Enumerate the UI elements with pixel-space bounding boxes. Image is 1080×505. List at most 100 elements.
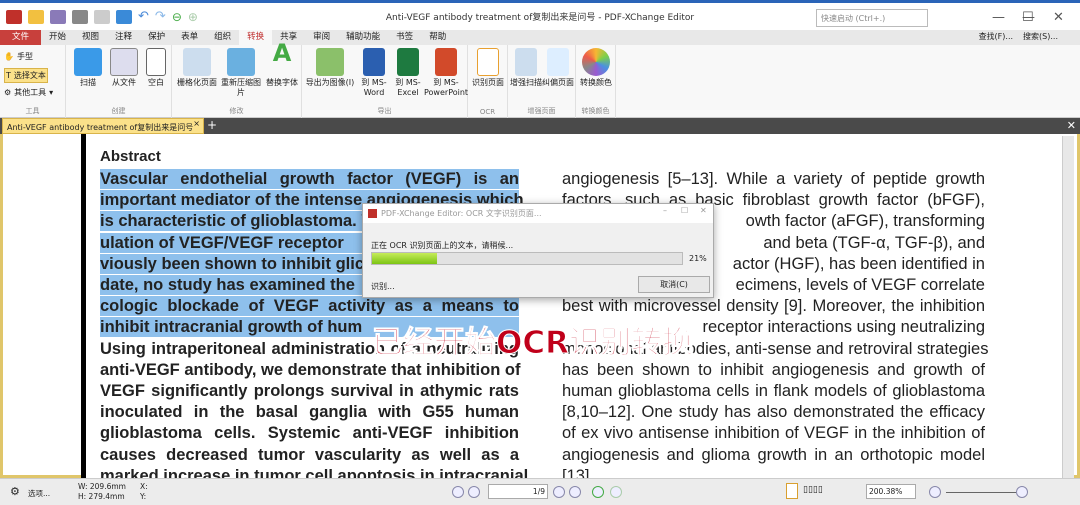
close-button[interactable]: ✕: [1053, 10, 1064, 25]
back-view-button[interactable]: [592, 486, 604, 498]
menu-review[interactable]: 审阅: [305, 30, 338, 45]
scanner-icon: [74, 48, 102, 76]
abstract-line: glioblastoma cells. Systemic anti-VEGF i…: [100, 424, 519, 443]
replace-fonts-button[interactable]: A 替换字体: [264, 39, 300, 88]
find-button[interactable]: 查找(F)...: [979, 31, 1013, 42]
zoom-slider[interactable]: [946, 492, 1016, 493]
other-tools[interactable]: ⚙ 其他工具 ▾: [4, 87, 53, 98]
zoom-select[interactable]: 200.38%: [866, 484, 916, 499]
progress-percent: 21%: [689, 254, 707, 263]
save-icon[interactable]: [50, 9, 66, 24]
tools-icon: ⚙: [4, 88, 12, 97]
menu-home[interactable]: 开始: [41, 30, 74, 45]
menu-form[interactable]: 表单: [173, 30, 206, 45]
group-create: 扫描 从文件 空白 创建: [66, 45, 172, 118]
group-tools: ✋ 手型 T 选择文本 ⚙ 其他工具 ▾ 工具: [0, 45, 66, 118]
menu-help[interactable]: 帮助: [421, 30, 454, 45]
group-modify: 栅格化页面 重新压缩图片 A 替换字体 修改: [172, 39, 302, 118]
app-logo-icon: [6, 9, 22, 24]
first-page-button[interactable]: [452, 486, 464, 498]
last-page-button[interactable]: [569, 486, 581, 498]
image-icon: [227, 48, 255, 76]
to-excel-button[interactable]: 到 MS-Excel: [392, 45, 424, 98]
font-icon: A: [272, 39, 292, 67]
body-line: of ex vivo antisense inhibition of VEGF …: [562, 424, 985, 443]
ocr-message: 正在 OCR 识别页面上的文本，请稍候...: [371, 241, 514, 250]
quick-launch-input[interactable]: 快速启动 (Ctrl+.): [816, 9, 928, 27]
cursor-x: X:: [140, 482, 148, 491]
email-icon[interactable]: [94, 9, 110, 24]
select-text-tool[interactable]: T 选择文本: [4, 68, 48, 83]
next-page-button[interactable]: [553, 486, 565, 498]
to-word-button[interactable]: 到 MS-Word: [358, 45, 390, 98]
undo-icon[interactable]: ↶: [138, 9, 149, 24]
options-button[interactable]: 选项...: [28, 488, 50, 499]
body-line: [8,10–12]. One study has also demonstrat…: [562, 403, 985, 422]
enhance-scan-button[interactable]: 增强扫描: [510, 45, 542, 88]
scan-icon[interactable]: [116, 9, 132, 24]
abstract-line: anti-VEGF antibody, we demonstrate that …: [100, 360, 521, 379]
deskew-button[interactable]: 纠偏页面: [542, 45, 574, 88]
close-document-icon[interactable]: ✕: [1067, 119, 1076, 132]
search-button[interactable]: 搜索(S)...: [1023, 31, 1058, 42]
close-tab-icon[interactable]: ×: [193, 119, 200, 128]
menu-comment[interactable]: 注释: [107, 30, 140, 45]
options-icon[interactable]: ⚙: [10, 485, 20, 498]
hand-tool[interactable]: ✋ 手型: [4, 51, 33, 62]
cancel-button[interactable]: 取消(C): [638, 276, 710, 293]
hand-icon: ✋: [4, 52, 14, 61]
menu-accessibility[interactable]: 辅助功能: [338, 30, 388, 45]
vertical-scrollbar[interactable]: [1062, 136, 1074, 478]
body-line: best with microvessel density [9]. Moreo…: [562, 297, 985, 316]
redo-icon[interactable]: ↷: [155, 9, 166, 24]
dialog-minimize-button[interactable]: –: [663, 206, 667, 215]
menu-file[interactable]: 文件: [0, 30, 42, 45]
menu-organize[interactable]: 组织: [206, 30, 239, 45]
overlay-caption: 已经开始OCR识别转换: [372, 325, 694, 362]
open-folder-icon[interactable]: [28, 9, 44, 24]
single-page-icon[interactable]: [786, 483, 798, 499]
recompress-button[interactable]: 重新压缩图片: [218, 45, 264, 98]
menu-protect[interactable]: 保护: [140, 30, 173, 45]
color-wheel-icon: [582, 48, 610, 76]
zoom-out-button[interactable]: [929, 486, 941, 498]
previous-page-button[interactable]: [468, 486, 480, 498]
body-line: human glioblastoma cells in flank models…: [562, 382, 985, 400]
group-convert-color: 转换颜色 转换颜色: [576, 45, 616, 118]
menu-bar: 文件 开始 视图 注释 保护 表单 组织 转换 共享 审阅 辅助功能 书签 帮助: [0, 30, 1080, 45]
powerpoint-icon: [435, 48, 457, 76]
abstract-line: Vascular endothelial growth factor (VEGF…: [100, 169, 519, 189]
from-file-button[interactable]: 从文件: [104, 45, 144, 88]
maximize-button[interactable]: ☐: [1022, 10, 1034, 25]
new-tab-button[interactable]: +: [207, 118, 217, 132]
to-powerpoint-button[interactable]: 到 MS-PowerPoint: [424, 45, 468, 98]
minimize-button[interactable]: —: [992, 10, 1005, 25]
document-tab-bar: Anti-VEGF antibody treatment of复制出来是问号 × …: [0, 118, 1080, 134]
forward-view-button[interactable]: [610, 486, 622, 498]
layout-icons[interactable]: ▯▯▯▯: [803, 485, 823, 495]
dialog-close-button[interactable]: ✕: [700, 206, 707, 215]
forward-icon[interactable]: ⊕: [188, 10, 198, 24]
blank-button[interactable]: 空白: [142, 45, 170, 88]
cursor-y: Y:: [140, 492, 147, 501]
menu-view[interactable]: 视图: [74, 30, 107, 45]
document-tab[interactable]: Anti-VEGF antibody treatment of复制出来是问号 ×: [2, 118, 204, 134]
body-line: angiogenesis and glioma growth in an ort…: [562, 445, 985, 464]
dialog-maximize-button[interactable]: ☐: [681, 206, 688, 215]
scan-button[interactable]: 扫描: [70, 45, 106, 88]
abstract-line: inoculated in the basal ganglia with G55…: [100, 403, 519, 422]
back-icon[interactable]: ⊖: [172, 10, 182, 24]
print-icon[interactable]: [72, 9, 88, 24]
menu-bookmarks[interactable]: 书签: [388, 30, 421, 45]
convert-color-button[interactable]: 转换颜色: [578, 45, 614, 88]
export-image-button[interactable]: 导出为图像(I): [304, 45, 356, 88]
abstract-line: VEGF significantly prolongs survival in …: [100, 382, 519, 400]
menu-convert[interactable]: 转换: [239, 30, 273, 45]
ocr-icon: [477, 48, 499, 76]
ocr-status: 识别...: [371, 282, 395, 291]
zoom-in-button[interactable]: [1016, 486, 1028, 498]
page-number-input[interactable]: 1/9: [488, 484, 548, 499]
recognize-page-button[interactable]: 识别页面: [470, 45, 506, 88]
excel-icon: [397, 48, 419, 76]
rasterize-button[interactable]: 栅格化页面: [174, 45, 220, 88]
